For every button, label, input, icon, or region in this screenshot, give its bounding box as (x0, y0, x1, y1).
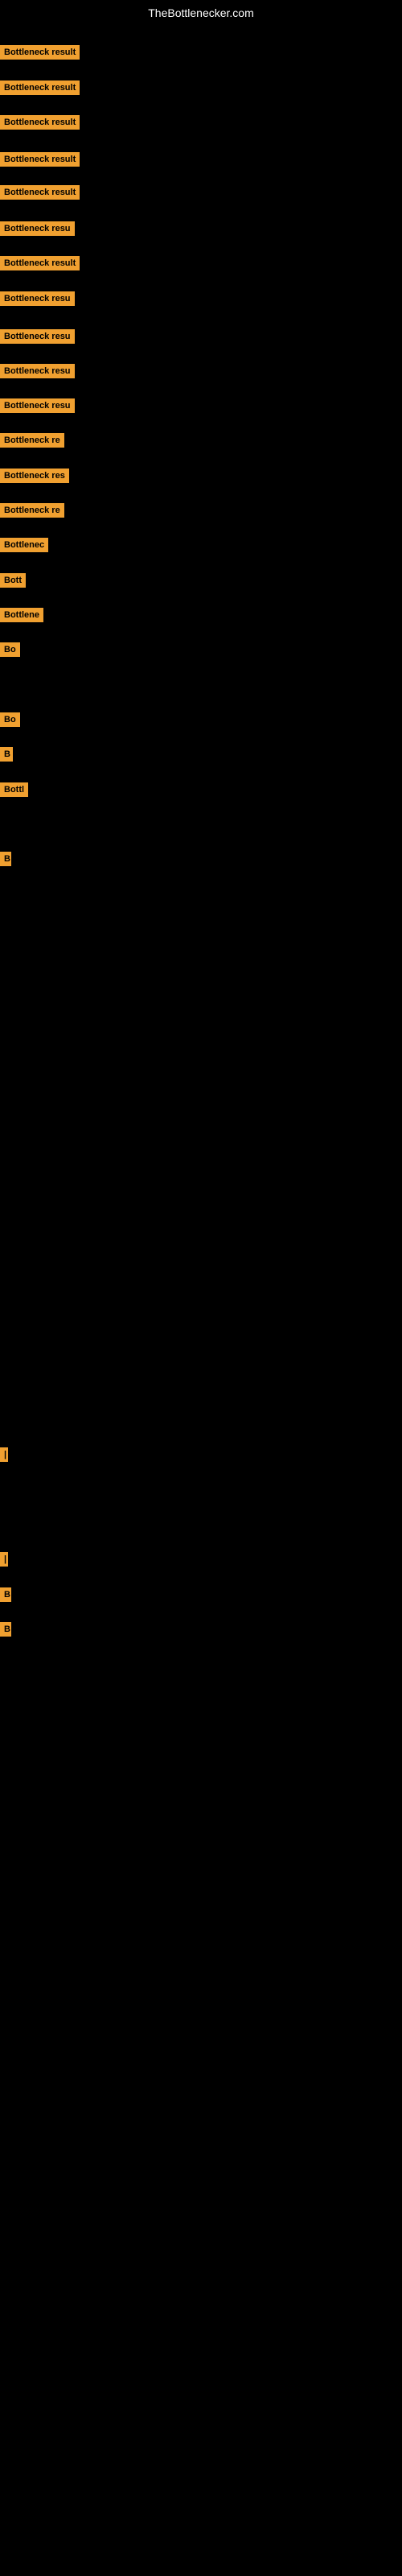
bottleneck-badge[interactable]: Bottleneck resu (0, 364, 75, 378)
bottleneck-badge[interactable]: Bottleneck result (0, 185, 80, 200)
bottleneck-badge[interactable]: Bottlene (0, 608, 43, 622)
bottleneck-badge[interactable]: Bottleneck result (0, 80, 80, 95)
bottleneck-badge[interactable]: | (0, 1447, 8, 1462)
bottleneck-badge[interactable]: B (0, 1622, 11, 1637)
bottleneck-badge[interactable]: Bottleneck result (0, 115, 80, 130)
bottleneck-badge[interactable]: Bottleneck result (0, 152, 80, 167)
bottleneck-badge[interactable]: B (0, 852, 11, 866)
bottleneck-badge[interactable]: Bottleneck result (0, 256, 80, 270)
bottleneck-badge[interactable]: Bottleneck resu (0, 221, 75, 236)
bottleneck-badge[interactable]: Bo (0, 642, 20, 657)
bottleneck-badge[interactable]: Bottleneck res (0, 469, 69, 483)
bottleneck-badge[interactable]: Bottl (0, 782, 28, 797)
bottleneck-badge[interactable]: Bottleneck re (0, 433, 64, 448)
bottleneck-badge[interactable]: Bottleneck re (0, 503, 64, 518)
bottleneck-badge[interactable]: Bott (0, 573, 26, 588)
bottleneck-badge[interactable]: Bottlenec (0, 538, 48, 552)
bottleneck-badge[interactable]: B (0, 747, 13, 762)
bottleneck-badge[interactable]: Bo (0, 712, 20, 727)
bottleneck-badge[interactable]: Bottleneck result (0, 45, 80, 60)
site-title: TheBottlenecker.com (148, 6, 254, 19)
bottleneck-badge[interactable]: Bottleneck resu (0, 398, 75, 413)
bottleneck-badge[interactable]: B (0, 1587, 11, 1602)
bottleneck-badge[interactable]: Bottleneck resu (0, 291, 75, 306)
bottleneck-badge[interactable]: | (0, 1552, 8, 1567)
bottleneck-badge[interactable]: Bottleneck resu (0, 329, 75, 344)
